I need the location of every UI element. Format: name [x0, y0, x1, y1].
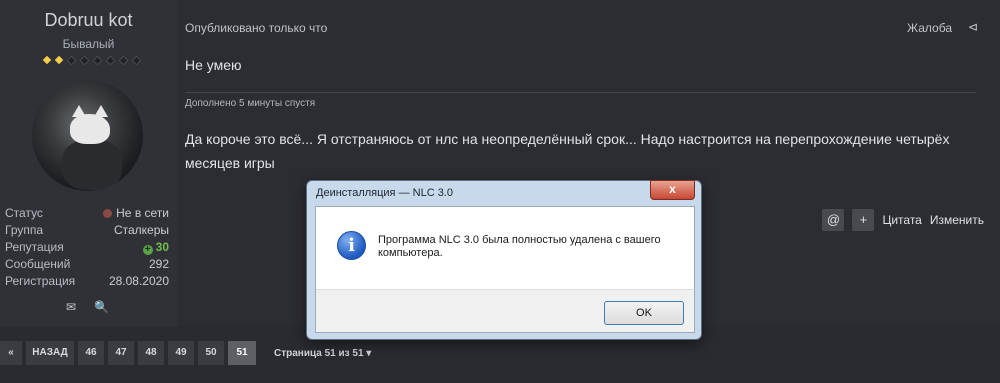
dialog-title: Деинсталляция — NLC 3.0 — [316, 187, 453, 199]
close-icon[interactable]: x — [650, 180, 695, 200]
dialog-content: i Программа NLC 3.0 была полностью удале… — [315, 206, 695, 333]
stat-registration: Регистрация 28.08.2020 — [5, 274, 169, 288]
plus-circle-icon: + — [142, 245, 153, 255]
rank-pip-empty — [105, 55, 116, 66]
user-actions: ✉ 🔍 — [66, 300, 109, 314]
ok-button[interactable]: OK — [604, 301, 684, 325]
multiquote-button[interactable]: + — [852, 209, 875, 231]
chevron-down-icon: ▾ — [366, 347, 372, 359]
avatar-cat-body — [62, 140, 122, 190]
stat-reputation: Репутация +30 — [5, 240, 169, 255]
stat-group: Группа Сталкеры — [5, 223, 169, 237]
page-link[interactable]: 46 — [78, 341, 104, 365]
edit-button[interactable]: Изменить — [930, 213, 984, 227]
dialog-button-bar: OK — [316, 289, 694, 332]
search-icon[interactable]: 🔍 — [94, 300, 109, 314]
report-link[interactable]: Жалоба — [907, 21, 952, 35]
stat-posts: Сообщений 292 — [5, 257, 169, 271]
prev-page-button[interactable]: НАЗАД — [26, 341, 74, 365]
rank-indicator — [42, 54, 142, 67]
uninstall-dialog: Деинсталляция — NLC 3.0 x i Программа NL… — [306, 180, 702, 340]
mail-icon[interactable]: ✉ — [66, 300, 76, 314]
first-page-icon[interactable]: « — [0, 341, 22, 365]
rank-pip-empty — [131, 55, 142, 66]
page-link-current[interactable]: 51 — [228, 341, 256, 365]
rank-pip-filled — [42, 55, 52, 65]
rank-pip-empty — [66, 55, 77, 66]
user-title: Бывалый — [62, 37, 115, 51]
rank-pip-empty — [92, 55, 103, 66]
stat-status: Статус Не в сети — [5, 206, 169, 220]
mention-button[interactable]: @ — [822, 209, 845, 231]
avatar-cat-head — [70, 105, 110, 144]
offline-status-icon — [103, 209, 113, 218]
page-link[interactable]: 50 — [198, 341, 224, 365]
pagination: « НАЗАД 46 47 48 49 50 51 Страница 51 из… — [0, 341, 371, 365]
page-info[interactable]: Страница 51 из 51 ▾ — [274, 348, 371, 359]
post-text: Да короче это всё... Я отстраняюсь от нл… — [185, 131, 950, 171]
post-timestamp[interactable]: Опубликовано только что — [185, 21, 327, 35]
page-link[interactable]: 48 — [138, 341, 164, 365]
avatar[interactable] — [32, 80, 143, 191]
username[interactable]: Dobruu kot — [0, 10, 177, 31]
quote-button[interactable]: Цитата — [882, 213, 921, 227]
divider — [185, 92, 976, 93]
rank-pip-filled — [54, 55, 64, 65]
rank-pip-empty — [79, 55, 90, 66]
share-icon[interactable]: ⊲ — [968, 20, 978, 34]
post-addon-note: Дополнено 5 минуты спустя — [185, 98, 316, 109]
user-sidebar: Dobruu kot Бывалый Статус Не в сети Груп… — [0, 0, 178, 326]
post-actions: @ + Цитата Изменить — [822, 209, 984, 231]
dialog-message: Программа NLC 3.0 была полностью удалена… — [378, 234, 661, 259]
user-stats: Статус Не в сети Группа Сталкеры Репутац… — [5, 205, 169, 290]
page-link[interactable]: 47 — [108, 341, 134, 365]
info-icon: i — [337, 231, 366, 260]
page-link[interactable]: 49 — [168, 341, 194, 365]
post-first-line: Не умею — [185, 57, 242, 73]
rank-pip-empty — [118, 55, 129, 66]
